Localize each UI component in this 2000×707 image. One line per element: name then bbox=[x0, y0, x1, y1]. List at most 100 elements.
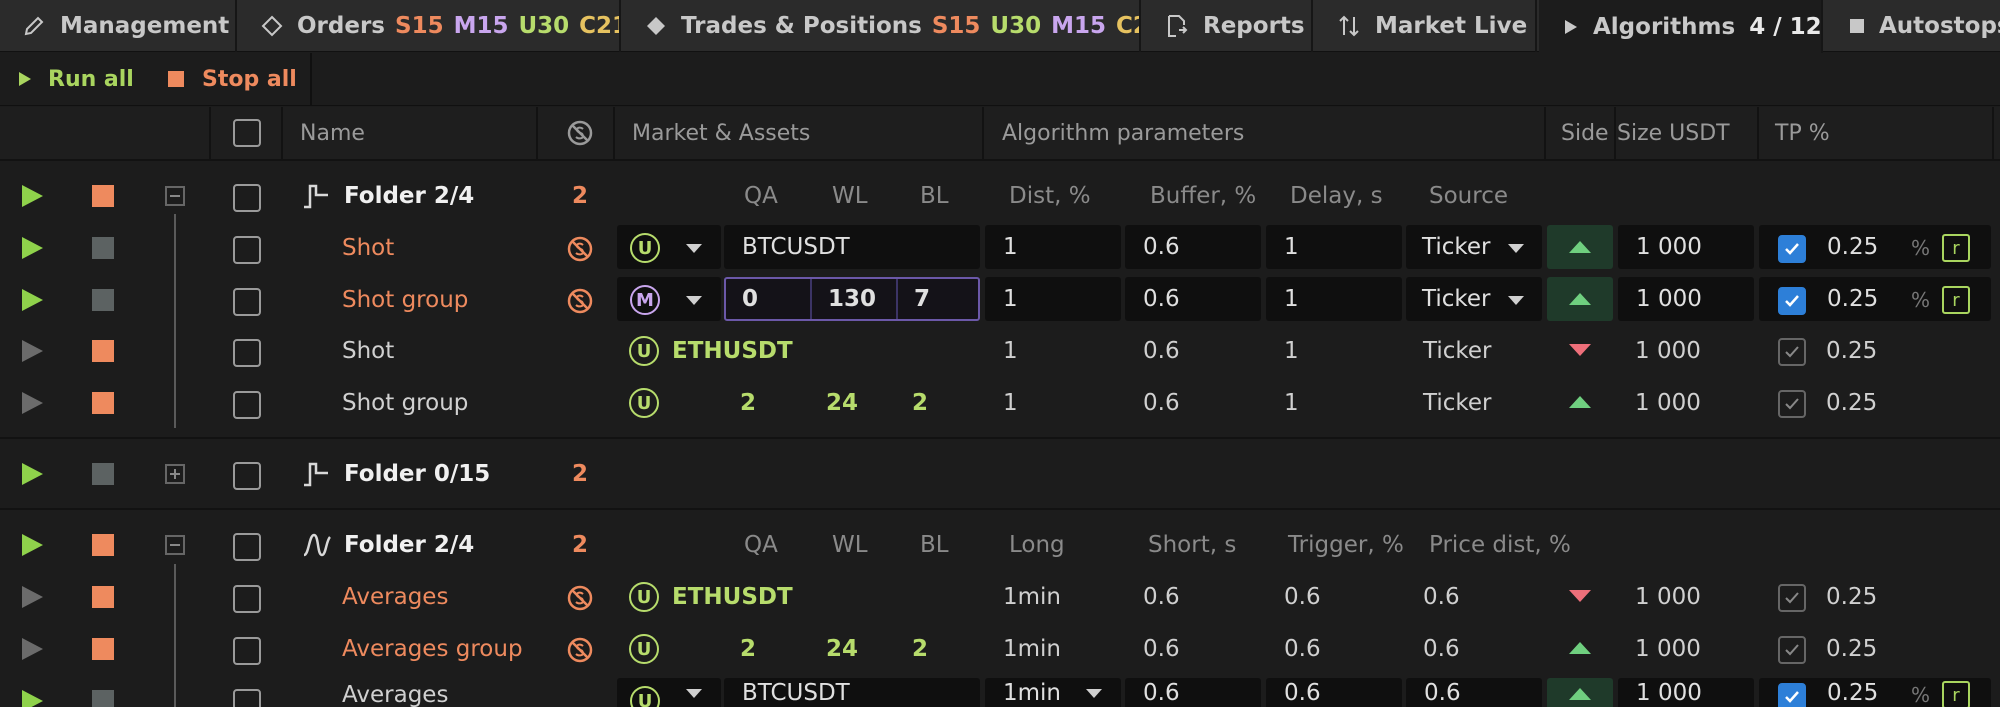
play-button[interactable] bbox=[22, 185, 43, 207]
r-badge[interactable]: r bbox=[1942, 286, 1970, 314]
market-input[interactable]: BTCUSDT bbox=[724, 225, 980, 269]
folder-row: Folder 2/4 2 QA WL BL Dist, % Buffer, % … bbox=[0, 170, 2000, 222]
column-name[interactable]: Name bbox=[300, 107, 365, 159]
tab-reports[interactable]: Reports bbox=[1143, 0, 1313, 52]
tab-management[interactable]: Management bbox=[0, 0, 237, 52]
stop-button[interactable] bbox=[92, 463, 114, 485]
play-button[interactable] bbox=[22, 638, 43, 660]
algo-name[interactable]: Averages bbox=[342, 571, 448, 623]
column-side[interactable]: Side bbox=[1561, 107, 1609, 159]
row-checkbox[interactable] bbox=[233, 339, 261, 367]
stop-button[interactable] bbox=[92, 185, 114, 207]
param-input[interactable]: 1 bbox=[1266, 225, 1402, 269]
side-toggle[interactable] bbox=[1547, 225, 1613, 269]
tab-orders[interactable]: Orders S15 M15 U30 C21 bbox=[239, 0, 621, 52]
algo-name[interactable]: Shot bbox=[342, 222, 394, 274]
play-button[interactable] bbox=[22, 340, 43, 362]
tp-checkbox[interactable] bbox=[1778, 390, 1806, 418]
row-checkbox[interactable] bbox=[233, 462, 261, 490]
algo-name[interactable]: Shot group bbox=[342, 377, 468, 429]
row-checkbox[interactable] bbox=[233, 689, 261, 707]
stop-button[interactable] bbox=[92, 340, 114, 362]
side-toggle[interactable] bbox=[1547, 277, 1613, 321]
param-input[interactable]: 0.6 bbox=[1125, 225, 1261, 269]
qa-value[interactable]: 0 bbox=[726, 279, 812, 319]
run-all-button[interactable]: Run all bbox=[18, 53, 134, 105]
collapse-toggle[interactable] bbox=[165, 535, 185, 555]
play-button[interactable] bbox=[22, 690, 43, 707]
tp-checkbox[interactable] bbox=[1778, 636, 1806, 664]
play-button[interactable] bbox=[22, 586, 43, 608]
row-checkbox[interactable] bbox=[233, 288, 261, 316]
market-input[interactable]: BTCUSDT bbox=[724, 678, 980, 707]
size-input[interactable]: 1 000 bbox=[1618, 225, 1754, 269]
algo-name[interactable]: Shot group bbox=[342, 274, 468, 326]
play-button[interactable] bbox=[22, 392, 43, 414]
expand-toggle[interactable] bbox=[165, 464, 185, 484]
param-input[interactable]: 1 bbox=[985, 225, 1121, 269]
play-button[interactable] bbox=[22, 463, 43, 485]
size-input[interactable]: 1 000 bbox=[1618, 678, 1754, 707]
qa-wl-bl-input[interactable]: 0 130 7 bbox=[724, 277, 980, 321]
param-value: 0.6 bbox=[1143, 636, 1180, 662]
stop-all-button[interactable]: Stop all bbox=[168, 53, 297, 105]
param-value: Ticker bbox=[1423, 338, 1492, 364]
algo-name[interactable]: Shot bbox=[342, 325, 394, 377]
r-badge[interactable]: r bbox=[1942, 681, 1970, 707]
column-market[interactable]: Market & Assets bbox=[632, 107, 810, 159]
row-checkbox[interactable] bbox=[233, 533, 261, 561]
folder-label[interactable]: Folder 2/4 bbox=[344, 519, 474, 571]
tp-checkbox[interactable] bbox=[1778, 584, 1806, 612]
param-input[interactable]: 0.6 bbox=[1125, 678, 1261, 707]
row-checkbox[interactable] bbox=[233, 184, 261, 212]
collapse-toggle[interactable] bbox=[165, 186, 185, 206]
stop-button[interactable] bbox=[92, 690, 114, 707]
stop-button[interactable] bbox=[92, 638, 114, 660]
tab-market-live[interactable]: Market Live bbox=[1315, 0, 1537, 52]
play-button[interactable] bbox=[22, 289, 43, 311]
sine-wave-icon bbox=[303, 533, 332, 557]
folder-label[interactable]: Folder 0/15 bbox=[344, 448, 490, 500]
param-input[interactable]: 1 bbox=[985, 277, 1121, 321]
select-all-checkbox[interactable] bbox=[233, 119, 261, 147]
tab-trades-positions[interactable]: Trades & Positions S15 U30 M15 C21 bbox=[623, 0, 1141, 52]
stop-button[interactable] bbox=[92, 289, 114, 311]
tp-checkbox[interactable] bbox=[1778, 338, 1806, 366]
coin-u-icon: U bbox=[629, 582, 659, 612]
tp-checkbox[interactable] bbox=[1778, 683, 1806, 707]
param-value: 0.6 bbox=[1284, 636, 1321, 662]
r-badge[interactable]: r bbox=[1942, 234, 1970, 262]
size-input[interactable]: 1 000 bbox=[1618, 277, 1754, 321]
param-input[interactable]: 0.6 bbox=[1266, 678, 1402, 707]
play-button[interactable] bbox=[22, 237, 43, 259]
param-input[interactable]: 1 bbox=[1266, 277, 1402, 321]
play-button[interactable] bbox=[22, 534, 43, 556]
algo-name[interactable]: Averages bbox=[342, 669, 448, 707]
row-checkbox[interactable] bbox=[233, 391, 261, 419]
column-size[interactable]: Size USDT bbox=[1617, 107, 1730, 159]
row-checkbox[interactable] bbox=[233, 585, 261, 613]
param-label: Buffer, % bbox=[1150, 183, 1257, 209]
column-params[interactable]: Algorithm parameters bbox=[1002, 107, 1244, 159]
side-toggle[interactable] bbox=[1547, 678, 1613, 707]
wl-value: 24 bbox=[826, 390, 859, 416]
tp-checkbox[interactable] bbox=[1778, 235, 1806, 263]
stop-button[interactable] bbox=[92, 586, 114, 608]
folder-label[interactable]: Folder 2/4 bbox=[344, 170, 474, 222]
param-input[interactable]: 0.6 bbox=[1406, 678, 1542, 707]
stop-button[interactable] bbox=[92, 237, 114, 259]
no-funds-icon bbox=[567, 585, 593, 611]
algo-name[interactable]: Averages group bbox=[342, 623, 523, 675]
wl-value[interactable]: 130 bbox=[812, 279, 898, 319]
param-input[interactable]: 0.6 bbox=[1125, 277, 1261, 321]
tab-autostops[interactable]: Autostops bbox=[1825, 0, 2000, 52]
stop-button[interactable] bbox=[92, 392, 114, 414]
row-checkbox[interactable] bbox=[233, 637, 261, 665]
tab-algorithms[interactable]: Algorithms 4 / 12 bbox=[1539, 0, 1823, 53]
stop-button[interactable] bbox=[92, 534, 114, 556]
bl-value[interactable]: 7 bbox=[898, 279, 978, 319]
row-checkbox[interactable] bbox=[233, 236, 261, 264]
tp-checkbox[interactable] bbox=[1778, 287, 1806, 315]
column-tp[interactable]: TP % bbox=[1775, 107, 1830, 159]
check-icon bbox=[1785, 398, 1799, 410]
